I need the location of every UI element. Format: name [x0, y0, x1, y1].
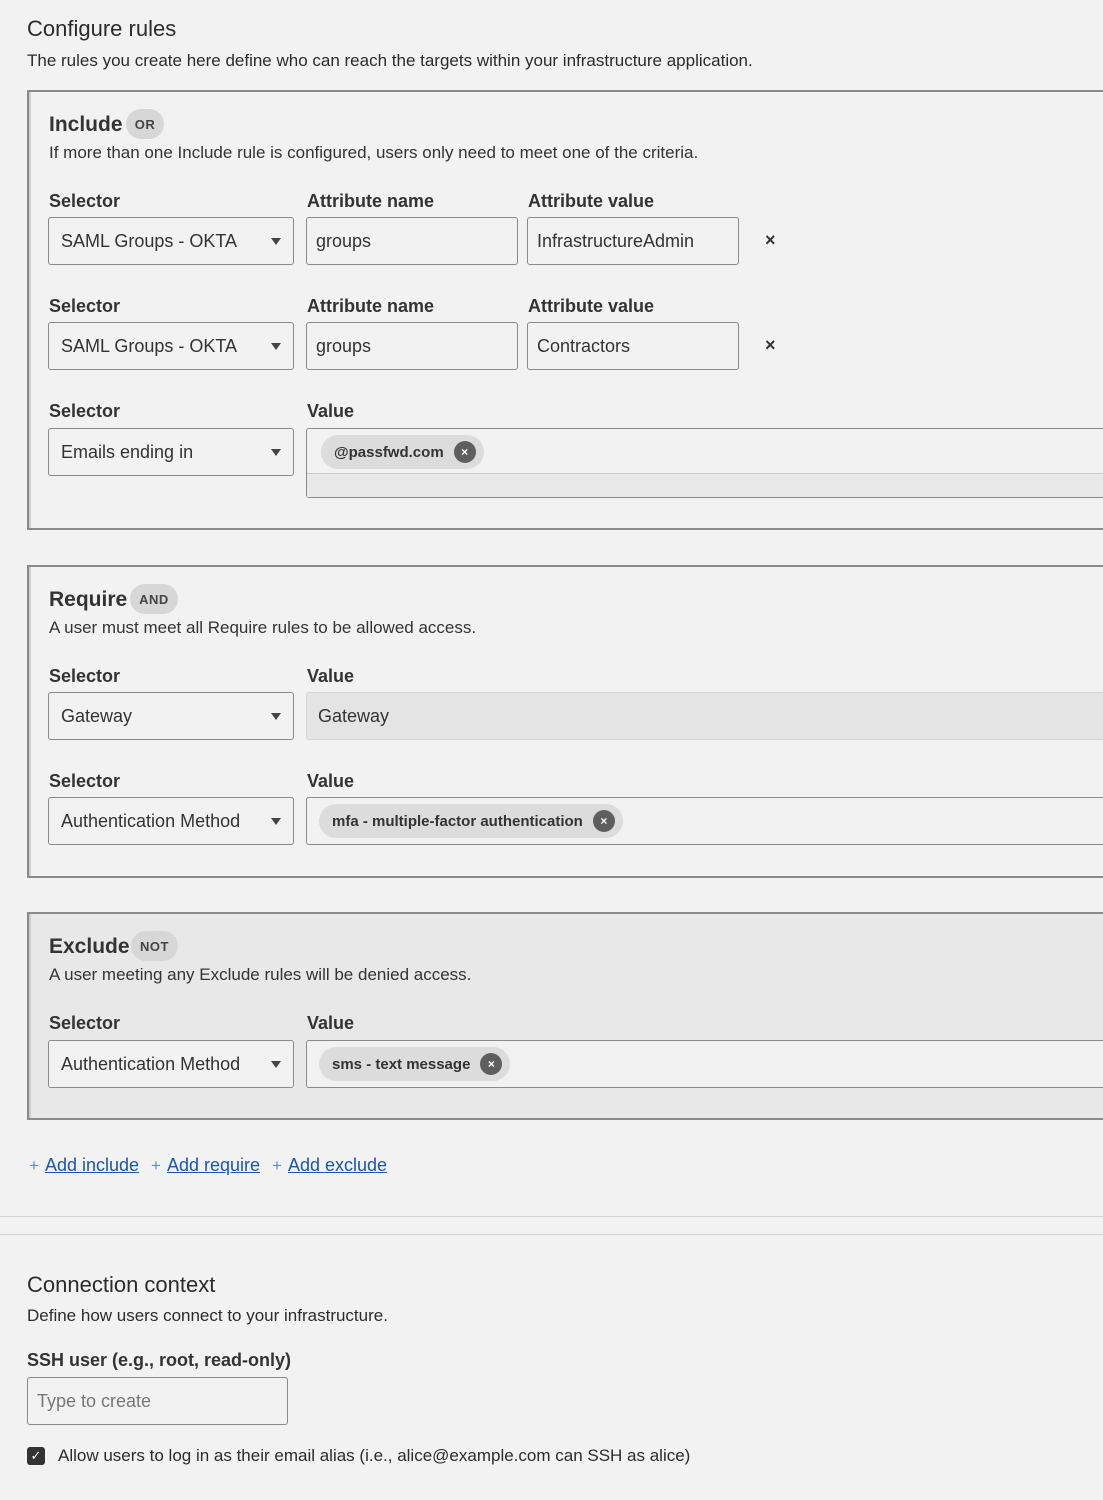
value-label: Value [307, 1013, 355, 1033]
exclude-title: Exclude [49, 935, 130, 958]
section-divider [0, 1234, 1103, 1235]
exclude-panel: Exclude NOT A user meeting any Exclude r… [27, 912, 1103, 1120]
attribute-name-input[interactable]: groups [306, 217, 518, 265]
ssh-user-input[interactable]: Type to create [27, 1377, 288, 1425]
add-require-link[interactable]: + Add require [151, 1155, 260, 1176]
plus-icon: + [272, 1155, 282, 1175]
configure-rules-title: Configure rules [27, 16, 177, 41]
tag-label: sms - text message [332, 1055, 471, 1073]
auth-method-tag-input[interactable]: mfa - multiple-factor authentication × [306, 797, 1103, 845]
check-icon: ✓ [30, 1448, 42, 1463]
value-label: Value [307, 401, 355, 421]
attribute-value-input[interactable]: Contractors [527, 322, 739, 370]
selector-dropdown-value: SAML Groups - OKTA [61, 230, 238, 251]
require-description: A user must meet all Require rules to be… [49, 618, 477, 637]
caret-down-icon [271, 818, 281, 825]
selector-label: Selector [49, 191, 121, 211]
email-domain-tag-input[interactable]: @passfwd.com × [306, 428, 1103, 498]
exclude-not-badge: NOT [131, 931, 178, 961]
plus-icon: + [151, 1155, 161, 1175]
selector-dropdown-value: Authentication Method [61, 1053, 241, 1074]
selector-dropdown[interactable]: SAML Groups - OKTA [48, 322, 294, 370]
plus-icon: + [29, 1155, 39, 1175]
ssh-user-placeholder: Type to create [37, 1390, 152, 1411]
remove-tag-icon[interactable]: × [453, 441, 476, 463]
tag-label: mfa - multiple-factor authentication [332, 812, 583, 830]
remove-tag-icon[interactable]: × [592, 810, 615, 832]
selector-dropdown[interactable]: Authentication Method [48, 797, 294, 845]
include-title: Include [49, 113, 123, 136]
selector-label: Selector [49, 401, 121, 421]
include-or-badge: OR [126, 109, 164, 139]
value-label: Value [307, 771, 355, 791]
include-description: If more than one Include rule is configu… [49, 143, 699, 162]
selector-dropdown[interactable]: Emails ending in [48, 428, 294, 476]
tag-label: @passfwd.com [334, 443, 444, 461]
ssh-user-label: SSH user (e.g., root, read-only) [27, 1350, 292, 1370]
add-rule-links: + Add include + Add require + Add exclud… [29, 1155, 399, 1176]
add-require-label: Add require [166, 1155, 261, 1175]
attribute-name-input[interactable]: groups [306, 322, 518, 370]
add-exclude-link[interactable]: + Add exclude [272, 1155, 387, 1176]
section-divider [0, 1216, 1103, 1217]
caret-down-icon [271, 449, 281, 456]
add-include-label: Add include [44, 1155, 140, 1175]
selector-dropdown[interactable]: Gateway [48, 692, 294, 740]
add-exclude-label: Add exclude [287, 1155, 388, 1175]
selector-label: Selector [49, 771, 121, 791]
exclude-description: A user meeting any Exclude rules will be… [49, 965, 472, 984]
remove-tag-icon[interactable]: × [480, 1053, 503, 1075]
require-panel: Require AND A user must meet all Require… [27, 565, 1103, 878]
attribute-value-label: Attribute value [528, 191, 655, 211]
value-tag: mfa - multiple-factor authentication × [319, 804, 623, 838]
add-include-link[interactable]: + Add include [29, 1155, 139, 1176]
tag-input-footer [307, 474, 1103, 497]
caret-down-icon [271, 1061, 281, 1068]
include-panel: Include OR If more than one Include rule… [27, 90, 1103, 530]
configure-rules-page: Configure rules The rules you create her… [0, 0, 1103, 1500]
email-alias-label: Allow users to log in as their email ali… [58, 1446, 691, 1465]
selector-dropdown[interactable]: Authentication Method [48, 1040, 294, 1088]
selector-dropdown-value: Emails ending in [61, 441, 194, 462]
value-tag: @passfwd.com × [321, 435, 484, 469]
selector-label: Selector [49, 666, 121, 686]
email-alias-checkbox[interactable]: ✓ [27, 1447, 45, 1465]
gateway-value-field: Gateway [306, 692, 1103, 740]
attribute-value-input[interactable]: InfrastructureAdmin [527, 217, 739, 265]
connection-context-title: Connection context [27, 1272, 216, 1297]
require-title: Require [49, 588, 128, 611]
selector-dropdown-value: Gateway [61, 705, 133, 726]
remove-rule-icon[interactable]: × [765, 230, 776, 251]
selector-label: Selector [49, 1013, 121, 1033]
attribute-name-label: Attribute name [307, 296, 435, 316]
selector-label: Selector [49, 296, 121, 316]
value-label: Value [307, 666, 355, 686]
caret-down-icon [271, 713, 281, 720]
value-tag: sms - text message × [319, 1047, 511, 1081]
configure-rules-description: The rules you create here define who can… [27, 51, 753, 70]
attribute-name-label: Attribute name [307, 191, 435, 211]
selector-dropdown-value: SAML Groups - OKTA [61, 335, 238, 356]
require-and-badge: AND [130, 584, 178, 614]
selector-dropdown-value: Authentication Method [61, 810, 241, 831]
auth-method-tag-input[interactable]: sms - text message × [306, 1040, 1103, 1088]
caret-down-icon [271, 343, 281, 350]
caret-down-icon [271, 238, 281, 245]
selector-dropdown[interactable]: SAML Groups - OKTA [48, 217, 294, 265]
connection-context-description: Define how users connect to your infrast… [27, 1306, 388, 1325]
attribute-value-label: Attribute value [528, 296, 655, 316]
remove-rule-icon[interactable]: × [765, 335, 776, 356]
